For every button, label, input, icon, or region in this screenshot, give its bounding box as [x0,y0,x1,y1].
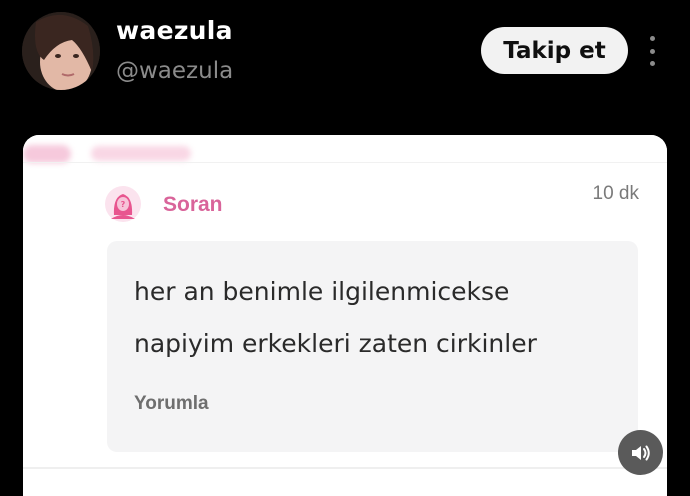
blurred-badge [23,145,71,163]
display-name[interactable]: waezula [116,16,233,45]
question-text-line: napiyim erkekleri zaten cirkinler [134,329,537,358]
follow-button[interactable]: Takip et [481,27,628,74]
more-vertical-icon[interactable] [640,36,664,66]
asker-label: Soran [163,193,223,216]
question-text-line: her an benimle ilgilenmicekse [134,277,510,306]
comment-button[interactable]: Yorumla [134,393,209,415]
avatar[interactable] [22,12,100,90]
divider [23,162,667,163]
timestamp: 10 dk [592,183,639,204]
svg-text:?: ? [121,200,126,209]
blurred-badge-text [91,146,191,161]
divider [23,467,667,469]
profile-handle[interactable]: @waezula [116,58,233,84]
speaker-icon[interactable] [618,430,663,475]
anonymous-woman-icon: ? [105,185,141,223]
question-box: her an benimle ilgilenmicekse napiyim er… [107,241,638,452]
question-card: ? Soran 10 dk her an benimle ilgilenmice… [23,135,667,496]
